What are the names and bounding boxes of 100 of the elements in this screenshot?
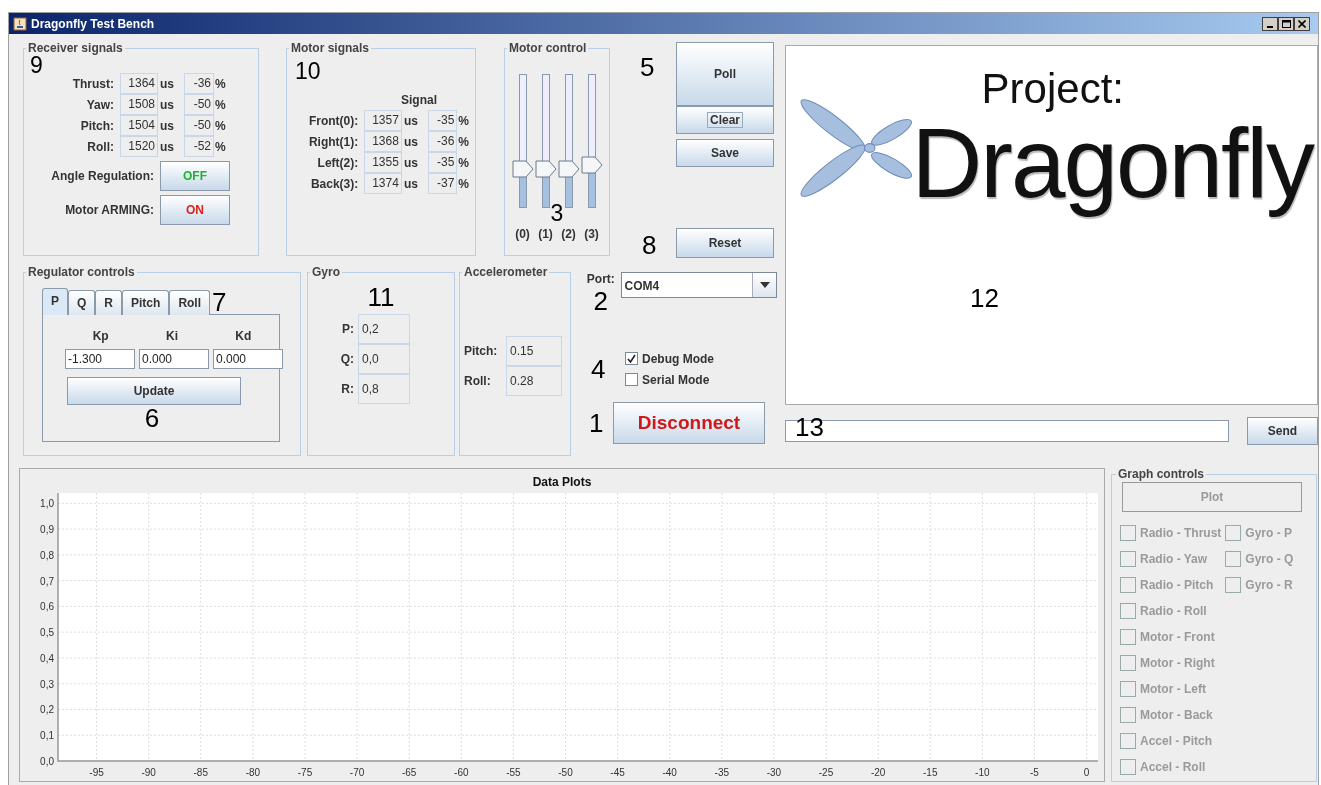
slider-thumb[interactable]	[511, 160, 534, 179]
row-label: Yaw:	[85, 96, 115, 114]
close-button[interactable]	[1294, 16, 1310, 31]
gain-label: Kd	[234, 328, 253, 345]
callout-number: 13	[795, 414, 824, 440]
value-field: 0,8	[358, 374, 410, 404]
callout-number: 2	[593, 288, 609, 314]
action-button[interactable]: Clear	[676, 106, 774, 134]
row-label: Thrust:	[71, 75, 115, 93]
callout-number: 6	[143, 405, 161, 431]
row-label: Pitch:	[79, 117, 115, 135]
percent-field: -50	[184, 94, 214, 115]
percent-field: -52	[184, 136, 214, 157]
checkbox[interactable]	[625, 373, 638, 386]
tick-label: -10	[975, 767, 990, 778]
minimize-button[interactable]	[1262, 16, 1278, 31]
tick-label: -95	[89, 767, 104, 778]
gain-field[interactable]: 0.000	[139, 349, 209, 369]
tick-label: -65	[401, 767, 417, 778]
row-label: R:	[340, 381, 355, 398]
row-label: Pitch:	[464, 343, 499, 360]
tick-label: -25	[818, 767, 834, 778]
action-button[interactable]: Save	[676, 139, 774, 167]
tick-label: -45	[610, 767, 625, 778]
send-button[interactable]: Send	[1247, 417, 1318, 445]
unit-label: %	[457, 175, 469, 193]
gain-field[interactable]: 0.000	[213, 349, 283, 369]
toggle-button[interactable]: ON	[160, 195, 230, 225]
unit-label: %	[457, 154, 469, 172]
slider-label: (0)	[515, 226, 530, 243]
tick-label: 0,4	[40, 652, 54, 664]
checkbox-label: Motor - Left	[1140, 681, 1206, 698]
tick-label: 0,7	[40, 575, 54, 587]
minimize-icon	[1267, 25, 1273, 28]
percent-field: -37	[427, 173, 458, 194]
unit-label: %	[214, 138, 226, 156]
unit-label: us	[159, 75, 175, 93]
port-dropdown[interactable]: COM4	[620, 272, 777, 298]
unit-label: us	[159, 117, 175, 135]
tick-label: 0,1	[40, 730, 54, 742]
tab[interactable]: Q	[68, 290, 96, 315]
panel-title: Graph controls	[1117, 468, 1205, 480]
tab[interactable]: P	[42, 288, 68, 315]
row-label: Left(2):	[316, 154, 360, 172]
gain-field[interactable]: -1.300	[65, 349, 135, 369]
reset-button[interactable]: Reset	[676, 228, 774, 258]
tick-label: -60	[454, 767, 469, 778]
tick-label: 0,8	[40, 549, 54, 561]
value-field: 0.28	[506, 366, 562, 396]
callout-number: 11	[366, 284, 396, 310]
tick-label: -5	[1030, 767, 1039, 778]
chart-title: Data Plots	[531, 474, 593, 489]
tick-label: -80	[245, 767, 261, 778]
checkbox-label: Motor - Back	[1140, 707, 1213, 724]
toggle-label: Angle Regulation:	[50, 168, 155, 185]
callout-number: 1	[588, 410, 605, 436]
column-header: Signal	[401, 92, 438, 109]
console-field[interactable]	[785, 420, 1229, 442]
maximize-button[interactable]	[1278, 16, 1294, 31]
row-label: Roll:	[464, 373, 492, 390]
unit-label: %	[457, 133, 469, 151]
tick-label: -35	[714, 767, 730, 778]
toggle-label: Motor ARMING:	[64, 202, 155, 219]
logo-subtitle: Project:	[981, 68, 1125, 110]
tick-label: 0,6	[40, 601, 54, 613]
percent-field: -35	[427, 110, 458, 131]
gain-label: Ki	[165, 328, 179, 345]
callout-number: 10	[295, 60, 322, 83]
tick-label: 0,5	[40, 627, 54, 639]
slider-thumb[interactable]	[534, 160, 557, 179]
slider-thumb[interactable]	[557, 160, 580, 179]
value-field: 0,2	[358, 314, 410, 344]
callout-number: 9	[30, 54, 44, 77]
value-field: 1508	[120, 94, 158, 115]
unit-label: us	[402, 154, 419, 172]
unit-label: %	[214, 117, 226, 135]
tab[interactable]: R	[95, 290, 123, 315]
caret-icon	[759, 282, 770, 288]
tick-label: -30	[766, 767, 782, 778]
value-field: 1355	[364, 152, 402, 173]
checkbox[interactable]	[625, 352, 638, 365]
checkbox-label: Accel - Roll	[1140, 759, 1206, 776]
action-button[interactable]: Poll	[676, 42, 774, 106]
tab[interactable]: Roll	[169, 290, 211, 315]
disconnect-button[interactable]: Disconnect	[613, 402, 765, 444]
port-label: Port:	[586, 271, 615, 288]
callout-number: 7	[212, 289, 227, 315]
percent-field: -36	[427, 131, 458, 152]
checkbox-label: Gyro - P	[1245, 525, 1292, 542]
gain-label: Kp	[91, 328, 110, 345]
slider-label: (1)	[538, 226, 553, 243]
tick-label: -40	[662, 767, 677, 778]
update-button[interactable]: Update	[67, 377, 241, 405]
value-field: 1520	[120, 136, 158, 157]
checkbox-label: Radio - Thrust	[1140, 525, 1222, 542]
checkbox-label: Gyro - R	[1245, 577, 1293, 594]
unit-label: us	[402, 133, 419, 151]
row-label: Back(3):	[309, 175, 360, 193]
tab[interactable]: Pitch	[122, 290, 170, 315]
slider-thumb[interactable]	[580, 156, 603, 175]
